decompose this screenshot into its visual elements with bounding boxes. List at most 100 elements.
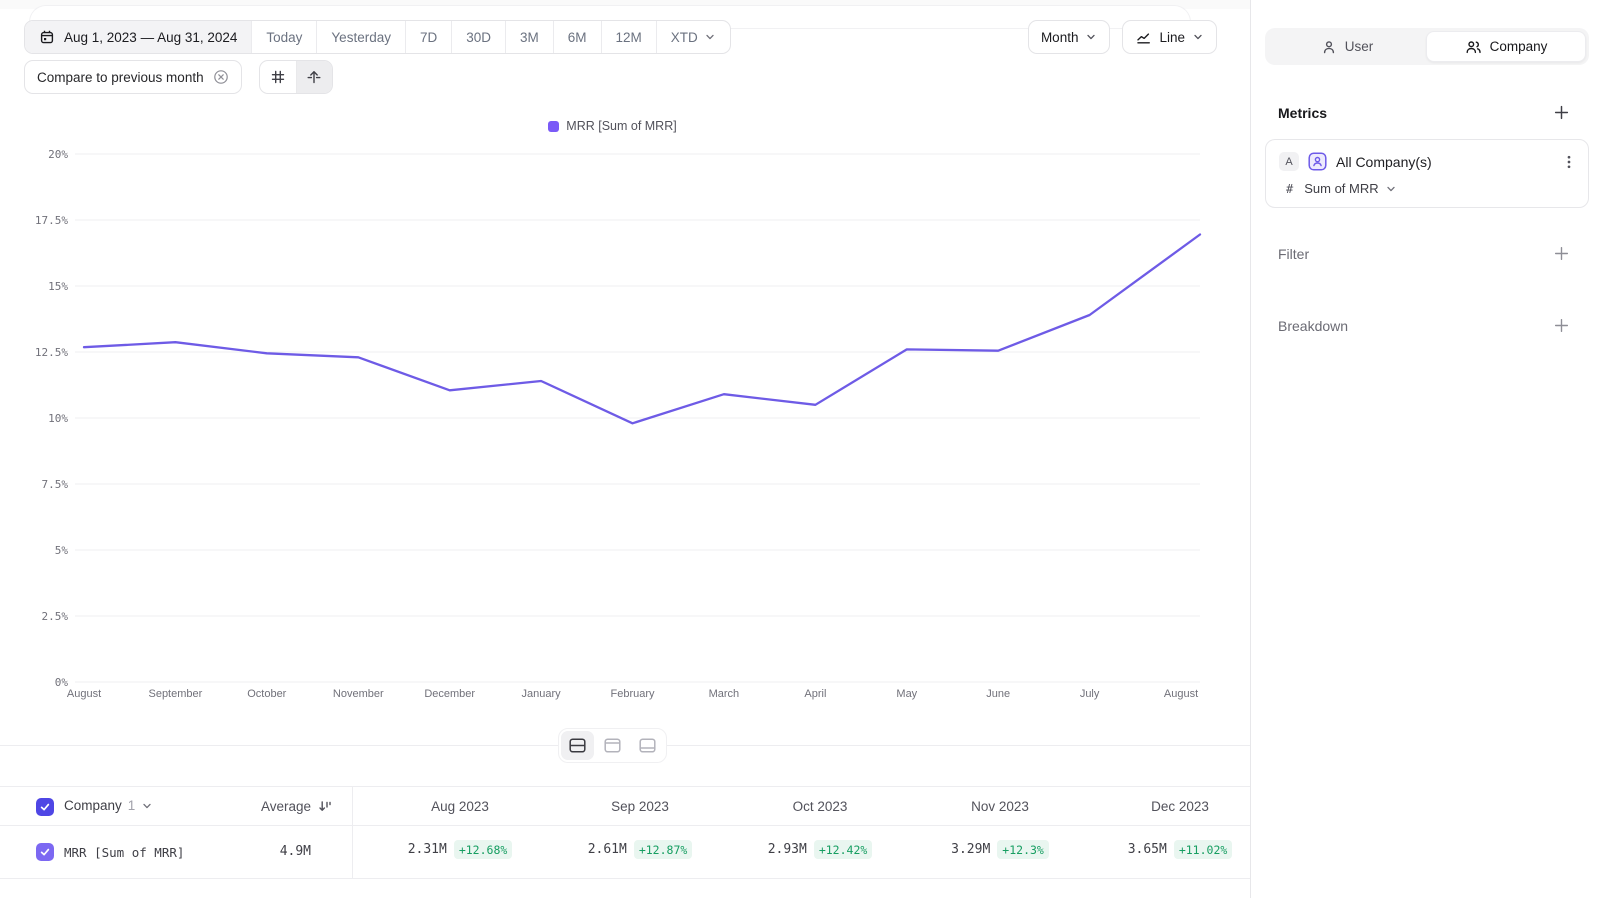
delta-badge: +11.02% — [1174, 840, 1232, 859]
toggle-user[interactable]: User — [1268, 31, 1426, 62]
plus-icon — [1553, 245, 1570, 262]
svg-text:November: November — [333, 688, 384, 700]
cell-value: 3.65M — [1128, 842, 1167, 857]
preset-yesterday[interactable]: Yesterday — [316, 21, 405, 53]
hash-icon — [270, 69, 286, 85]
row-average-value: 4.9M — [190, 844, 311, 859]
row-metric-name: MRR [Sum of MRR] — [64, 845, 184, 860]
svg-text:September: September — [148, 688, 202, 700]
svg-text:March: March — [709, 688, 740, 700]
preset-30d[interactable]: 30D — [451, 21, 505, 53]
svg-text:December: December — [424, 688, 475, 700]
svg-text:2.5%: 2.5% — [42, 610, 69, 623]
line-chart[interactable]: 0%2.5%5%7.5%10%12.5%15%17.5%20%AugustSep… — [0, 140, 1225, 715]
compare-chip[interactable]: Compare to previous month — [24, 60, 242, 94]
toggle-company-label: Company — [1490, 39, 1548, 54]
chevron-down-icon — [141, 800, 153, 812]
svg-text:August: August — [1164, 688, 1198, 700]
chart-legend: MRR [Sum of MRR] — [0, 119, 1225, 133]
svg-text:June: June — [986, 688, 1010, 700]
svg-text:12.5%: 12.5% — [35, 346, 68, 359]
main-content: Aug 1, 2023 — Aug 31, 2024 Today Yesterd… — [0, 0, 1250, 898]
sidebar: User Company Metrics A — [1250, 0, 1600, 898]
toggle-company[interactable]: Company — [1426, 31, 1586, 62]
toolbar: Aug 1, 2023 — Aug 31, 2024 Today Yesterd… — [24, 20, 1217, 54]
user-icon — [1321, 39, 1337, 55]
measure-dropdown[interactable]: Sum of MRR — [1304, 181, 1396, 196]
granularity-dropdown[interactable]: Month — [1028, 20, 1111, 54]
chart-view-button[interactable] — [596, 731, 629, 760]
preset-7d[interactable]: 7D — [405, 21, 451, 53]
svg-text:August: August — [67, 688, 101, 700]
legend-label: MRR [Sum of MRR] — [566, 119, 676, 133]
add-metric-button[interactable] — [1553, 104, 1570, 121]
chart-type-dropdown[interactable]: Line — [1122, 20, 1217, 54]
cell-value: 2.93M — [768, 842, 807, 857]
date-range-control: Aug 1, 2023 — Aug 31, 2024 Today Yesterd… — [24, 20, 731, 54]
select-all-checkbox[interactable] — [36, 798, 54, 816]
delta-badge: +12.42% — [814, 840, 872, 859]
toggle-user-label: User — [1345, 39, 1374, 54]
filter-label: Filter — [1278, 246, 1309, 262]
group-label: Company — [64, 798, 122, 813]
value-mode-toggle — [259, 60, 333, 94]
filter-section: Filter — [1278, 245, 1570, 262]
breakdown-label: Breakdown — [1278, 318, 1348, 334]
svg-text:October: October — [247, 688, 286, 700]
chevron-down-icon — [1192, 31, 1204, 43]
split-view-button[interactable] — [561, 731, 594, 760]
date-range-button[interactable]: Aug 1, 2023 — Aug 31, 2024 — [25, 21, 251, 53]
chevron-down-icon — [1085, 31, 1097, 43]
preset-12m[interactable]: 12M — [601, 21, 656, 53]
percent-growth-button[interactable] — [296, 61, 332, 93]
compare-chip-label: Compare to previous month — [37, 70, 204, 85]
preset-6m[interactable]: 6M — [553, 21, 601, 53]
table-column-divider — [352, 786, 353, 879]
preset-3m[interactable]: 3M — [505, 21, 553, 53]
column-header: Aug 2023 — [372, 799, 548, 814]
table-cell: 3.65M +11.02% — [1092, 840, 1250, 859]
table-cell: 2.31M +12.68% — [372, 840, 548, 859]
table-row[interactable]: MRR [Sum of MRR] 4.9M 2.31M +12.68% 2.61… — [0, 827, 1250, 879]
table-cell: 3.29M +12.3% — [912, 840, 1088, 859]
metric-card-row2: # Sum of MRR — [1286, 181, 1397, 196]
group-column-header[interactable]: Company 1 — [64, 798, 153, 813]
svg-text:February: February — [610, 688, 655, 700]
circle-x-icon[interactable] — [213, 69, 229, 85]
breakdown-section: Breakdown — [1278, 317, 1570, 334]
svg-text:July: July — [1080, 688, 1100, 700]
delta-badge: +12.87% — [634, 840, 692, 859]
add-breakdown-button[interactable] — [1553, 317, 1570, 334]
group-count: 1 — [128, 798, 136, 813]
metrics-header: Metrics — [1278, 104, 1570, 121]
table-header: Company 1 Average Aug 2023 Sep 2023 Oct … — [0, 786, 1250, 826]
check-icon — [39, 846, 51, 858]
preset-xtd-dropdown[interactable]: XTD — [656, 21, 730, 53]
table-view-button[interactable] — [631, 731, 664, 760]
chevron-down-icon — [1385, 183, 1397, 195]
svg-text:5%: 5% — [55, 544, 69, 557]
svg-text:20%: 20% — [48, 148, 68, 161]
svg-text:17.5%: 17.5% — [35, 214, 68, 227]
metric-card[interactable]: A All Company(s) # Su — [1265, 139, 1589, 208]
chevron-down-icon — [704, 31, 716, 43]
chart-controls: Month Line — [1028, 20, 1217, 54]
cell-value: 2.61M — [588, 842, 627, 857]
column-header: Oct 2023 — [732, 799, 908, 814]
numeric-hash-icon: # — [1286, 182, 1293, 196]
preset-xtd-label: XTD — [671, 30, 698, 45]
column-header: Nov 2023 — [912, 799, 1088, 814]
svg-text:10%: 10% — [48, 412, 68, 425]
date-range-label: Aug 1, 2023 — Aug 31, 2024 — [64, 30, 237, 45]
kebab-menu-icon[interactable] — [1562, 154, 1576, 170]
absolute-values-button[interactable] — [260, 61, 296, 93]
metric-card-row1: A All Company(s) — [1279, 152, 1576, 171]
preset-today[interactable]: Today — [251, 21, 316, 53]
add-filter-button[interactable] — [1553, 245, 1570, 262]
users-icon — [1465, 39, 1482, 55]
svg-text:January: January — [522, 688, 562, 700]
sort-icon[interactable] — [318, 799, 333, 814]
row-checkbox[interactable] — [36, 843, 54, 861]
contact-card-icon — [1308, 152, 1327, 171]
table-cell: 2.61M +12.87% — [552, 840, 728, 859]
